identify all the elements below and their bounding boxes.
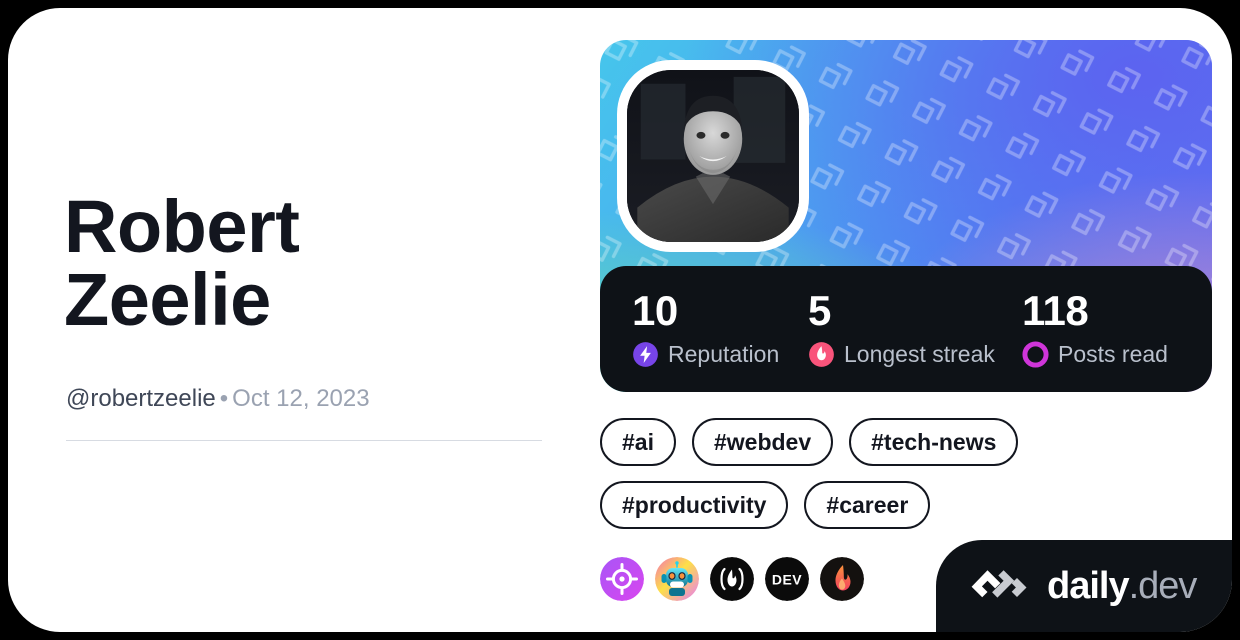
brand-tld: .dev (1128, 565, 1198, 607)
flame-parentheses-source-icon[interactable] (710, 557, 754, 601)
stat-reputation-label: Reputation (668, 341, 780, 367)
robot-avatar-source-icon[interactable] (655, 557, 699, 601)
brand-name: daily (1047, 565, 1130, 607)
daily-dev-logo-icon (970, 567, 1030, 605)
profile-card-column: 10 Reputation 5 Longest streak 118 Posts… (600, 40, 1212, 601)
stat-longest-streak-label: Longest streak (844, 341, 995, 367)
stat-longest-streak: 5 Longest streak (808, 290, 1022, 368)
streak-flame-icon (808, 341, 835, 368)
cover-block: 10 Reputation 5 Longest streak 118 Posts… (600, 40, 1212, 392)
target-crosshair-source-icon[interactable] (600, 557, 644, 601)
reputation-bolt-icon (632, 341, 659, 368)
tag-chip[interactable]: #career (804, 481, 931, 529)
dev-card: Robert Zeelie @robertzeelie • Oct 12, 2023 (8, 8, 1232, 632)
profile-info-column: Robert Zeelie @robertzeelie • Oct 12, 2023 (64, 8, 544, 632)
profile-meta: @robertzeelie • Oct 12, 2023 (66, 387, 370, 411)
tag-chip[interactable]: #tech-news (849, 418, 1019, 466)
orange-flame-source-icon[interactable] (820, 557, 864, 601)
profile-date: Oct 12, 2023 (232, 385, 370, 412)
stat-posts-read-value: 118 (1022, 287, 1089, 334)
tag-chip[interactable]: #ai (600, 418, 676, 466)
posts-read-ring-icon (1022, 341, 1049, 368)
profile-handle: @robertzeelie (66, 385, 216, 412)
meta-separator: • (219, 385, 229, 412)
avatar (617, 60, 809, 252)
svg-text:DEV: DEV (772, 572, 802, 588)
stat-posts-read: 118 Posts read (1022, 290, 1168, 368)
stat-posts-read-label: Posts read (1058, 341, 1168, 367)
brand-text: daily.dev (1047, 565, 1198, 607)
stat-reputation: 10 Reputation (632, 290, 808, 368)
tag-chip[interactable]: #webdev (691, 418, 834, 466)
divider (66, 440, 542, 441)
daily-dev-brand-badge: daily.dev (936, 540, 1232, 632)
tag-list: #ai #webdev #tech-news #productivity #ca… (600, 418, 1212, 529)
stats-bar: 10 Reputation 5 Longest streak 118 Posts… (600, 266, 1212, 392)
dev-to-source-icon[interactable]: DEV (765, 557, 809, 601)
tag-chip[interactable]: #productivity (600, 481, 789, 529)
page-title: Robert Zeelie (64, 185, 300, 342)
stat-reputation-value: 10 (632, 287, 678, 334)
avatar-photo (627, 70, 799, 242)
stat-longest-streak-value: 5 (808, 287, 831, 334)
